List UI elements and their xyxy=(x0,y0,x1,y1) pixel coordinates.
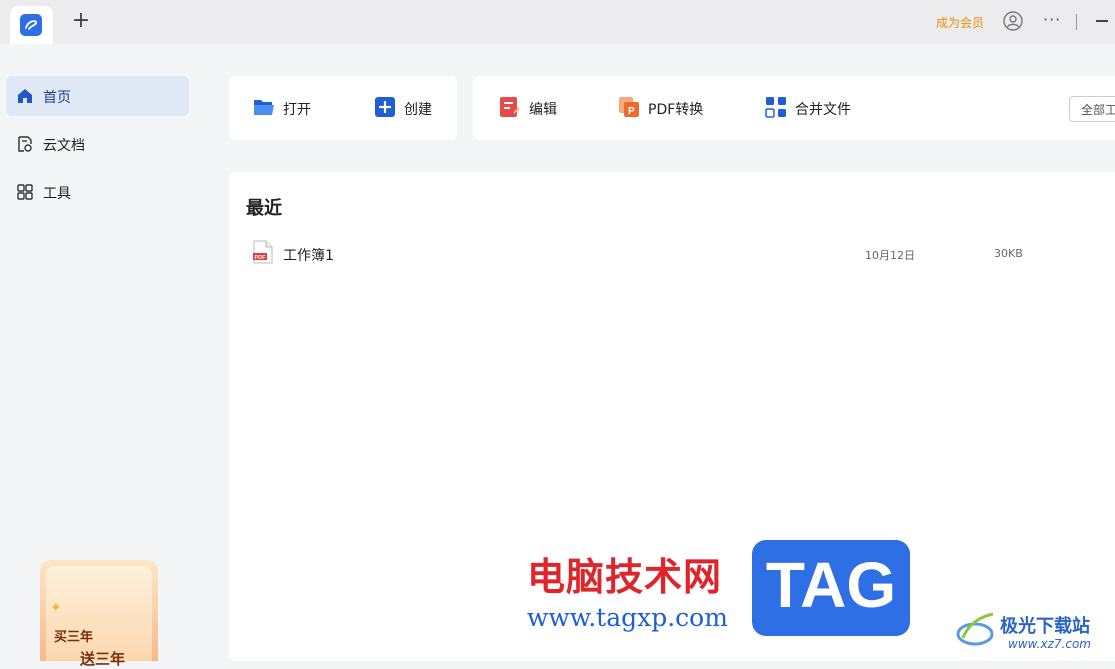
sidebar-item-label: 首页 xyxy=(43,90,71,106)
sidebar-item-home[interactable]: 首页 xyxy=(6,76,189,116)
watermark2-site-name: 极光下载站 xyxy=(1000,616,1090,637)
file-size: 30KB xyxy=(994,247,1023,260)
folder-open-icon xyxy=(254,100,274,115)
title-divider xyxy=(1076,14,1077,30)
sidebar-item-tools[interactable]: 工具 xyxy=(6,172,189,212)
edit-label: 编辑 xyxy=(529,102,557,118)
home-icon xyxy=(18,89,32,103)
create-label: 创建 xyxy=(404,102,432,118)
all-tools-label: 全部工具 xyxy=(1081,103,1115,117)
grid-tools-icon xyxy=(17,184,33,200)
watermark-tag-logo: TAG xyxy=(752,540,910,636)
promo-line-1: 买三年 xyxy=(54,630,94,645)
aurora-logo-icon xyxy=(956,612,994,646)
merge-files-label: 合并文件 xyxy=(795,102,851,118)
plus-square-icon xyxy=(375,97,395,117)
user-avatar-icon[interactable] xyxy=(1003,11,1023,31)
open-label: 打开 xyxy=(283,102,311,118)
svg-text:P: P xyxy=(628,106,635,117)
title-bar: + 成为会员 ··· xyxy=(0,0,1115,44)
sidebar-item-label: 云文档 xyxy=(43,138,85,154)
recent-file-row[interactable]: PDF 工作簿1 10月12日 30KB xyxy=(245,236,1105,270)
become-member-link[interactable]: 成为会员 xyxy=(936,14,984,31)
app-tab[interactable] xyxy=(10,6,53,44)
watermark2-site-url: www.xz7.com xyxy=(1008,637,1091,651)
pdf-convert-icon: P xyxy=(619,97,639,117)
sidebar-item-cloud-docs[interactable]: 云文档 xyxy=(6,124,189,164)
quick-actions-card: 打开 创建 xyxy=(229,76,457,140)
watermark-site-url: www.tagxp.com xyxy=(527,603,728,632)
merge-files-icon xyxy=(765,97,786,118)
minimize-icon[interactable] xyxy=(1096,20,1108,22)
tools-card: 编辑 P PDF转换 合并文件 全部工具 xyxy=(473,76,1115,140)
recent-title: 最近 xyxy=(246,198,282,219)
promo-line-2: 送三年 xyxy=(80,650,126,668)
svg-text:PDF: PDF xyxy=(255,255,267,261)
app-logo-icon xyxy=(20,14,42,36)
cloud-doc-icon xyxy=(18,136,32,152)
file-date: 10月12日 xyxy=(865,249,915,262)
watermark-site-name: 电脑技术网 xyxy=(527,555,723,599)
new-tab-button[interactable]: + xyxy=(70,10,92,32)
watermark-tag-text: TAG xyxy=(765,549,897,621)
edit-doc-icon xyxy=(500,97,520,117)
more-icon[interactable]: ··· xyxy=(1043,10,1061,29)
pdf-convert-label: PDF转换 xyxy=(648,102,704,118)
all-tools-button[interactable]: 全部工具 xyxy=(1069,96,1115,122)
sidebar-item-label: 工具 xyxy=(43,186,71,202)
pdf-file-icon: PDF xyxy=(253,240,273,264)
file-name: 工作簿1 xyxy=(283,248,334,264)
sparkle-icon: ✦ xyxy=(50,600,62,616)
